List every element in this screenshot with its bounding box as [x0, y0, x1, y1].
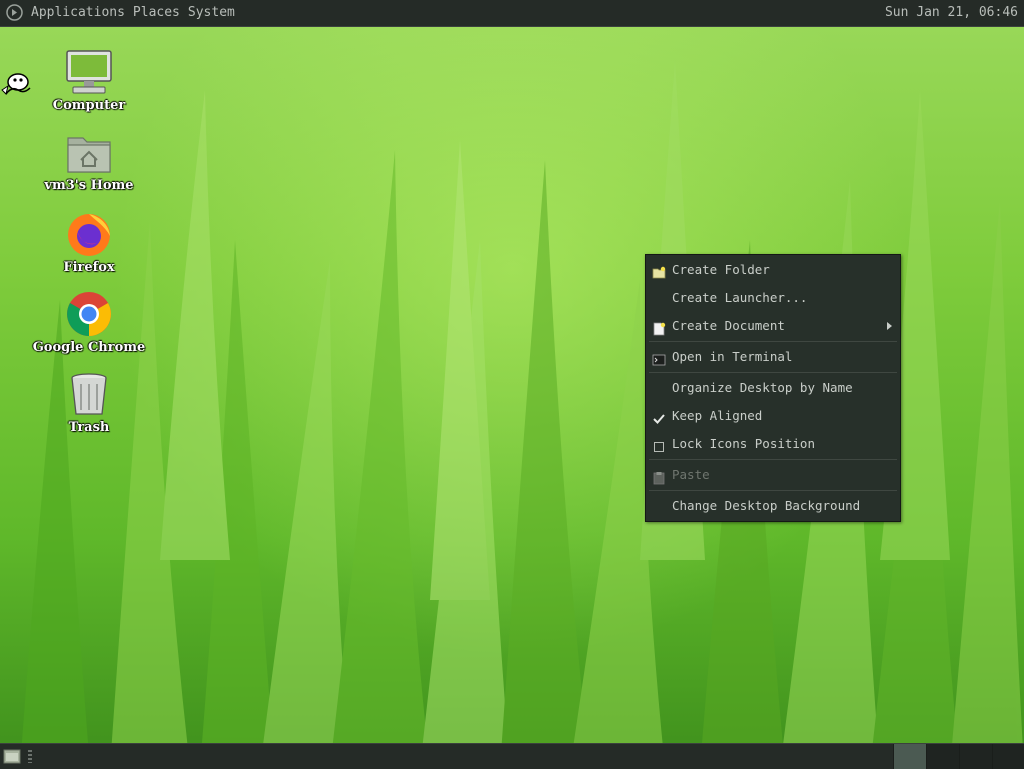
firefox-icon: [68, 214, 110, 256]
trash-icon: [71, 373, 107, 415]
menu-item-open-terminal[interactable]: Open in Terminal: [646, 344, 900, 370]
clock[interactable]: Sun Jan 21, 06:46: [885, 0, 1018, 26]
menu-separator: [649, 490, 897, 491]
workspace-1[interactable]: [893, 744, 926, 769]
home-folder-icon: [67, 137, 111, 173]
show-desktop-icon[interactable]: [3, 748, 21, 765]
new-document-icon: [652, 319, 666, 336]
menu-item-create-folder[interactable]: Create Folder: [646, 257, 900, 283]
new-folder-icon: [652, 263, 666, 279]
menu-item-keep-aligned[interactable]: Keep Aligned: [646, 403, 900, 429]
menu-separator: [649, 372, 897, 373]
top-panel: Applications Places System Sun Jan 21, 0…: [0, 0, 1024, 27]
menu-item-organize-by-name[interactable]: Organize Desktop by Name: [646, 375, 900, 401]
desktop-context-menu: Create Folder Create Launcher... Create …: [645, 254, 901, 522]
workspace-4[interactable]: [992, 744, 1024, 769]
menu-separator: [649, 459, 897, 460]
chrome-icon: [67, 292, 111, 336]
menu-separator: [649, 341, 897, 342]
mate-menu-logo-icon[interactable]: [6, 4, 23, 21]
submenu-arrow-icon: [887, 322, 892, 330]
places-menu[interactable]: Places: [133, 0, 180, 26]
checkmark-icon: [652, 409, 666, 424]
desktop-icon-home[interactable]: vm3's Home: [24, 130, 154, 193]
desktop-icon-firefox[interactable]: Firefox: [24, 210, 154, 275]
system-menu[interactable]: System: [188, 0, 235, 26]
desktop-icon-label: Firefox: [63, 260, 115, 275]
workspace-2[interactable]: [926, 744, 959, 769]
desktop-icon-trash[interactable]: Trash: [24, 370, 154, 435]
desktop-icon-label: Trash: [68, 420, 110, 435]
desktop-icon-label: Computer: [52, 98, 126, 113]
paste-icon: [652, 468, 666, 485]
desktop-icon-chrome[interactable]: Google Chrome: [24, 290, 154, 355]
checkbox-icon[interactable]: [652, 437, 666, 452]
menu-item-paste: Paste: [646, 462, 900, 488]
applications-menu[interactable]: Applications: [31, 0, 125, 26]
desktop-icon-label: vm3's Home: [44, 178, 134, 193]
computer-icon: [66, 50, 112, 94]
main-menu-bar: Applications Places System: [31, 0, 235, 26]
workspace-3[interactable]: [959, 744, 992, 769]
desktop-icon-label: Google Chrome: [32, 340, 146, 355]
terminal-icon: [652, 350, 666, 366]
menu-item-create-launcher[interactable]: Create Launcher...: [646, 285, 900, 311]
bottom-panel: [0, 743, 1024, 769]
desktop-icon-computer[interactable]: Computer: [24, 48, 154, 113]
menu-item-change-background[interactable]: Change Desktop Background: [646, 493, 900, 519]
menu-item-create-document[interactable]: Create Document: [646, 313, 900, 339]
panel-drag-handle[interactable]: [28, 750, 32, 763]
menu-item-lock-icons[interactable]: Lock Icons Position: [646, 431, 900, 457]
